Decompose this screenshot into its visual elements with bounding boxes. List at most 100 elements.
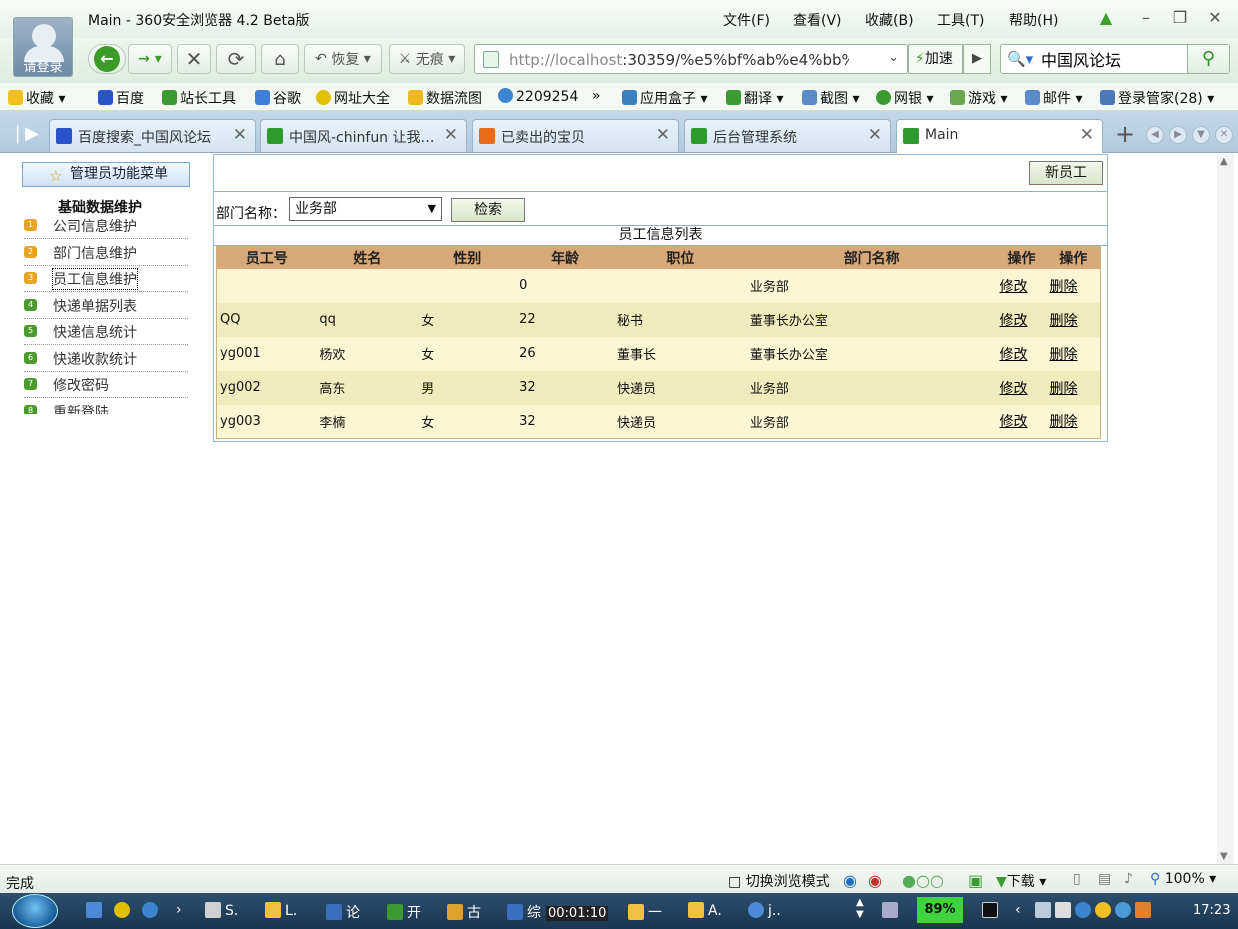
- edit-link[interactable]: 修改: [1000, 279, 1028, 295]
- close-icon[interactable]: ✕: [1205, 8, 1225, 28]
- taskbar-scroll[interactable]: ▲ ▼: [856, 897, 864, 921]
- menu-tools[interactable]: 工具(T): [937, 10, 984, 30]
- edit-link[interactable]: 修改: [1000, 347, 1028, 363]
- fav-baidu[interactable]: 百度: [98, 88, 144, 108]
- home-button[interactable]: ⌂: [261, 44, 299, 74]
- sidebar-item[interactable]: 8 重新登陆: [24, 398, 188, 414]
- fav-webmaster[interactable]: 站长工具: [162, 88, 236, 108]
- fav-login-manager[interactable]: 登录管家(28) ▾: [1100, 88, 1214, 108]
- delete-link[interactable]: 删除: [1050, 313, 1078, 329]
- sidebar-item[interactable]: 2 部门信息维护: [24, 239, 188, 266]
- vertical-scrollbar[interactable]: ▲ ▼: [1217, 154, 1234, 864]
- go-button[interactable]: ▶: [963, 44, 991, 74]
- tab-close-icon[interactable]: ✕: [1080, 125, 1094, 145]
- tab-baidu-search[interactable]: 百度搜索_中国风论坛 ✕: [49, 119, 256, 152]
- delete-link[interactable]: 删除: [1050, 279, 1078, 295]
- sidebar-item[interactable]: 7 修改密码: [24, 371, 188, 398]
- sidebar-item[interactable]: 3 员工信息维护: [24, 265, 188, 292]
- tab-taobao-sold[interactable]: 已卖出的宝贝 ✕: [472, 119, 679, 152]
- forward-button[interactable]: → ▾: [128, 44, 172, 74]
- delete-link[interactable]: 删除: [1050, 347, 1078, 363]
- restore-icon[interactable]: ❐: [1170, 8, 1190, 28]
- menu-help[interactable]: 帮助(H): [1009, 10, 1058, 30]
- edit-link[interactable]: 修改: [1000, 313, 1028, 329]
- fav-hao[interactable]: 网址大全: [316, 88, 390, 108]
- edit-link[interactable]: 修改: [1000, 381, 1028, 397]
- quick-launch-icon[interactable]: [114, 902, 134, 919]
- scroll-down-icon[interactable]: ▼: [1220, 851, 1228, 862]
- search-engine-icon[interactable]: 🔍▾: [1007, 50, 1039, 68]
- menu-favorites[interactable]: 收藏(B): [865, 10, 914, 30]
- scroll-up-icon[interactable]: ▲: [1220, 156, 1228, 167]
- quick-launch-icon[interactable]: [142, 902, 162, 919]
- address-bar[interactable]: http://localhost:30359/%e5%bf%ab%e4%bb% …: [474, 44, 908, 74]
- tab-prev-icon[interactable]: ◀: [1146, 126, 1164, 144]
- print-icon[interactable]: ▤: [1098, 871, 1111, 887]
- taskbar-item[interactable]: j..: [748, 902, 781, 919]
- sidebar-item[interactable]: 6 快递收款统计: [24, 345, 188, 372]
- taskbar-item[interactable]: A.: [688, 902, 722, 919]
- menu-file[interactable]: 文件(F): [723, 10, 770, 30]
- delete-link[interactable]: 删除: [1050, 381, 1078, 397]
- sidebar-item[interactable]: 1 公司信息维护: [24, 212, 188, 239]
- dept-select[interactable]: 业务部 ▼: [289, 197, 442, 221]
- taskbar-more[interactable]: ›: [176, 902, 182, 918]
- sidebar-item[interactable]: 4 快递单据列表: [24, 292, 188, 319]
- stop-button[interactable]: ✕: [177, 44, 211, 74]
- sidebar-toggle-icon[interactable]: ❘▶: [10, 123, 39, 144]
- search-button[interactable]: ⚲: [1187, 45, 1229, 73]
- taskbar-pin-icon[interactable]: [882, 902, 902, 919]
- new-tab-icon[interactable]: +: [1112, 122, 1138, 149]
- search-box[interactable]: 🔍▾ ⚲: [1000, 44, 1230, 74]
- quick-launch-icon[interactable]: [86, 902, 106, 919]
- switch-mode-button[interactable]: □ 切换浏览模式: [728, 871, 830, 891]
- fav-google[interactable]: 谷歌: [255, 88, 301, 108]
- edit-link[interactable]: 修改: [1000, 414, 1028, 430]
- tab-next-icon[interactable]: ▶: [1169, 126, 1187, 144]
- taskbar-item[interactable]: L.: [265, 902, 297, 919]
- taskbar-item[interactable]: 开: [387, 902, 421, 922]
- refresh-button[interactable]: ⟳: [216, 44, 256, 74]
- back-button[interactable]: ←: [88, 44, 126, 74]
- url-dropdown-icon[interactable]: ⌄: [888, 50, 899, 65]
- taskbar-item[interactable]: 古: [447, 902, 481, 922]
- fav-more[interactable]: »: [592, 88, 601, 104]
- menu-view[interactable]: 查看(V): [793, 10, 842, 30]
- search-input[interactable]: [1041, 48, 1181, 70]
- tab-chinfun[interactable]: 中国风-chinfun 让我… ✕: [260, 119, 467, 152]
- fav-appbox[interactable]: 应用盒子 ▾: [622, 88, 707, 108]
- new-employee-button[interactable]: 新员工: [1029, 161, 1103, 185]
- volume-icon[interactable]: ♪: [1124, 871, 1133, 887]
- fav-qq[interactable]: 2209254: [498, 88, 578, 105]
- tab-close-icon[interactable]: ✕: [233, 125, 247, 145]
- download-button[interactable]: ▼下载 ▾: [996, 871, 1046, 891]
- skin-icon[interactable]: ▲: [1096, 8, 1116, 28]
- tab-list-icon[interactable]: ▼: [1192, 126, 1210, 144]
- sidebar-item[interactable]: 5 快递信息统计: [24, 318, 188, 345]
- accelerate-button[interactable]: ⚡加速: [908, 44, 963, 74]
- tools-icon[interactable]: ▣: [968, 871, 983, 890]
- taskbar-item[interactable]: 论: [326, 902, 360, 922]
- tab-close-all-icon[interactable]: ✕: [1215, 126, 1233, 144]
- fav-collect[interactable]: 收藏 ▾: [8, 88, 65, 108]
- taskbar-item[interactable]: 综: [507, 902, 541, 922]
- tab-close-icon[interactable]: ✕: [868, 125, 882, 145]
- fav-translate[interactable]: 翻译 ▾: [726, 88, 783, 108]
- tray-expand-icon[interactable]: ‹: [1015, 902, 1021, 918]
- zoom-control[interactable]: ⚲ 100% ▾: [1150, 871, 1216, 887]
- tray-icons[interactable]: [1035, 902, 1155, 919]
- shield-icon[interactable]: ◉: [868, 871, 882, 890]
- ie-icon[interactable]: ◉: [843, 871, 857, 890]
- fav-dataflow[interactable]: 数据流图: [408, 88, 482, 108]
- search-button[interactable]: 检索: [451, 198, 525, 222]
- tab-close-icon[interactable]: ✕: [444, 125, 458, 145]
- restore-session-button[interactable]: ↶ 恢复 ▾: [304, 44, 382, 74]
- taskbar-item[interactable]: S.: [205, 902, 238, 919]
- login-avatar[interactable]: 请登录: [13, 17, 73, 77]
- taskbar-item[interactable]: 一: [628, 902, 662, 922]
- minimize-icon[interactable]: –: [1136, 8, 1156, 28]
- page-icon[interactable]: ▯: [1073, 871, 1081, 887]
- tab-close-icon[interactable]: ✕: [656, 125, 670, 145]
- fav-games[interactable]: 游戏 ▾: [950, 88, 1007, 108]
- start-button[interactable]: [12, 894, 58, 928]
